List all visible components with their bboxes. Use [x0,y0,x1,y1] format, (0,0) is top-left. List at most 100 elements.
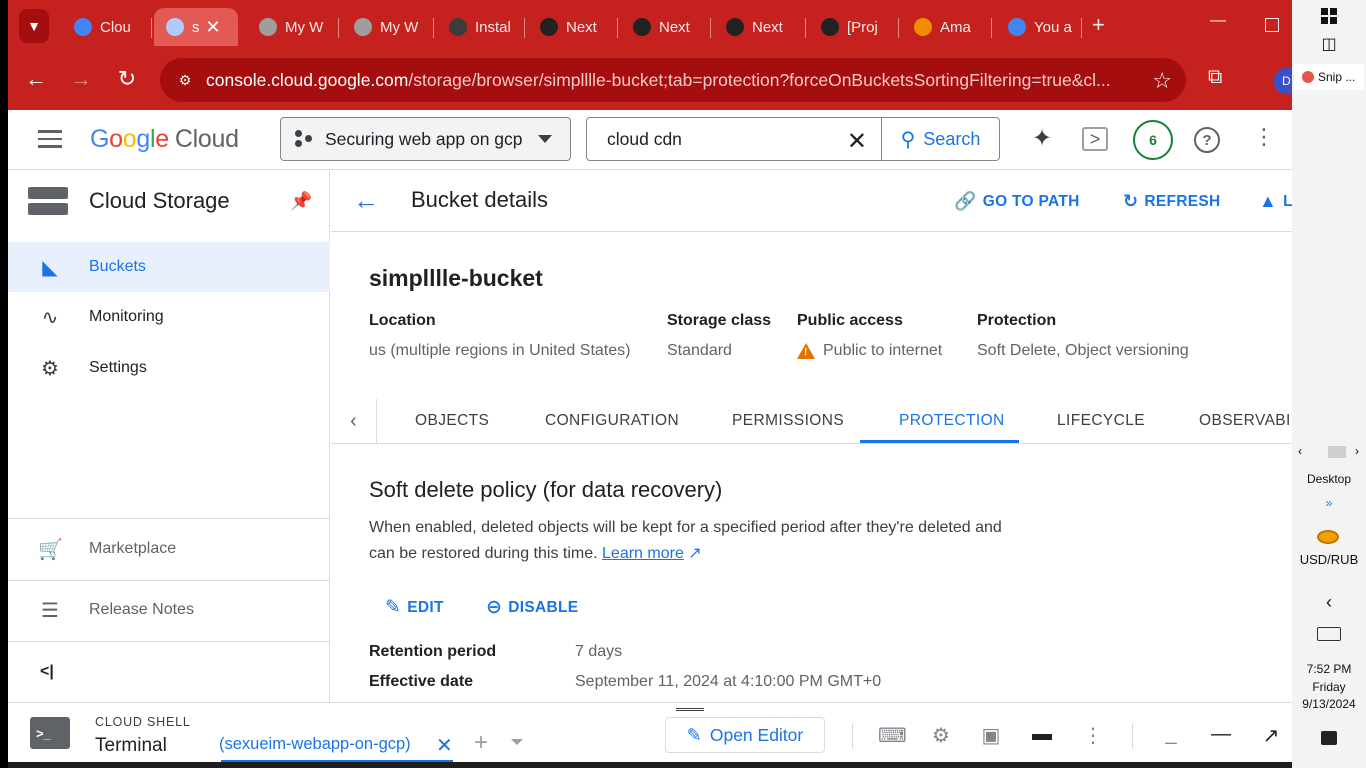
browser-tab[interactable]: s ✕ [154,8,238,46]
windows-start-icon[interactable] [1321,8,1337,24]
url-text: console.cloud.google.com/storage/browser… [206,69,1111,90]
task-view-icon[interactable]: ◫ [1292,34,1366,54]
clock-day[interactable]: Friday [1292,680,1366,694]
show-hidden-icons-chevron[interactable]: ‹ [1292,592,1366,613]
tab-favicon-icon [914,18,932,36]
toolbar-more-icon[interactable]: » [1292,496,1366,510]
edit-button[interactable]: ✎ EDIT [385,596,444,619]
sidebar-item-monitoring[interactable]: ∿ Monitoring [8,292,330,342]
reload-button[interactable]: ↻ [111,66,143,92]
tab-configuration[interactable]: CONFIGURATION [545,399,679,443]
pin-icon[interactable]: 📌 [290,191,312,212]
browser-tab[interactable]: You a [996,8,1082,46]
bookmark-star-icon[interactable]: ☆ [1152,68,1172,94]
page-title: Bucket details [411,187,548,212]
property-storage-class: Storage class Standard [667,312,772,359]
taskbar-app-snip[interactable]: Snip ... [1294,64,1364,90]
tab-protection[interactable]: PROTECTION [899,399,1005,443]
google-cloud-logo[interactable]: Google Cloud [90,125,239,154]
notification-center-icon[interactable] [1321,731,1337,745]
browser-tab[interactable]: Clou [62,8,152,46]
address-bar[interactable]: ⚙ console.cloud.google.com/storage/brows… [160,58,1186,102]
scroll-thumb[interactable] [1328,446,1346,458]
divider [8,518,330,519]
tab-observability[interactable]: OBSERVABILI [1199,399,1292,443]
back-button[interactable]: ← [20,66,52,92]
clear-search-icon[interactable]: ✕ [847,127,867,156]
project-icon [295,130,313,148]
close-tab-icon[interactable]: ✕ [206,17,221,38]
browser-tab[interactable]: Ama [902,8,992,46]
close-session-icon[interactable]: ✕ [436,733,453,758]
sidebar-item-marketplace[interactable]: 🛒 Marketplace [8,524,330,574]
tab-separator [524,18,525,38]
sidebar-item-release-notes[interactable]: ☰ Release Notes [8,585,330,635]
chevron-left-icon[interactable]: ‹ [331,399,377,443]
sidebar-item-settings[interactable]: ⚙ Settings [8,343,330,393]
sidebar-item-buckets[interactable]: ◣ Buckets [8,242,330,292]
currency-label[interactable]: USD/RUB [1292,552,1366,567]
tab-objects[interactable]: OBJECTS [415,399,489,443]
site-info-icon[interactable]: ⚙ [172,67,198,93]
browser-tab[interactable]: My W [342,8,434,46]
search-button[interactable]: ⚲ Search [881,118,999,160]
web-preview-icon[interactable]: ▣ [978,723,1004,748]
resize-handle[interactable] [676,708,704,711]
extensions-icon[interactable]: ⧉ [1208,66,1222,89]
learn-more-link[interactable]: Learn more [602,545,684,562]
browser-tab[interactable]: Next [621,8,711,46]
taskbar-scroll[interactable]: ‹ › [1292,444,1366,460]
tab-permissions[interactable]: PERMISSIONS [732,399,844,443]
currency-widget-icon[interactable] [1317,530,1339,544]
cloud-shell-icon[interactable]: > [1082,127,1108,151]
tab-lifecycle[interactable]: LIFECYCLE [1057,399,1145,443]
search-box: cloud cdn ✕ ⚲ Search [586,117,1000,161]
collapse-sidebar-button[interactable]: <| [40,663,54,681]
open-editor-button[interactable]: ✎ Open Editor [665,717,825,753]
profile-avatar[interactable]: D [1274,68,1292,94]
browser-tab[interactable]: [Proj [809,8,899,46]
sidebar-item-label: Release Notes [89,601,194,618]
clock-time[interactable]: 7:52 PM [1292,662,1366,676]
keyboard-icon[interactable] [1317,627,1341,641]
cloud-shell-heading: CLOUD SHELL [95,715,191,729]
help-icon[interactable]: ? [1194,127,1220,153]
refresh-button[interactable]: ↻ REFRESH [1123,191,1221,212]
tab-favicon-icon [259,18,277,36]
divider [8,641,330,642]
browser-tab[interactable]: Next [528,8,618,46]
minimize-panel-icon[interactable]: _ [1158,723,1184,746]
minimize-window-button[interactable]: — [1210,12,1226,30]
disable-button[interactable]: ⊖ DISABLE [486,596,578,619]
search-input[interactable]: cloud cdn ✕ [587,118,881,160]
tab-label: You a [1034,18,1072,36]
gear-icon[interactable]: ⚙ [928,723,954,748]
open-new-window-icon[interactable]: ↗ [1258,723,1284,748]
back-arrow-icon[interactable]: ← [353,185,379,216]
more-vert-icon[interactable]: ⋮ [1080,723,1106,748]
add-session-button[interactable]: + [474,729,488,757]
browser-toolbar: ← → ↻ ⚙ console.cloud.google.com/storage… [8,54,1292,110]
gemini-icon[interactable]: ✦ [1027,124,1057,153]
restore-panel-icon[interactable]: — [1208,723,1234,746]
new-tab-button[interactable]: + [1092,12,1105,38]
browser-tab[interactable]: Instal [437,8,525,46]
desktop-toolbar-label[interactable]: Desktop [1292,472,1366,486]
terminal-session-tab[interactable]: (sexueim-webapp-on-gcp) [219,735,411,754]
main-menu-icon[interactable] [38,130,62,148]
tab-search-button[interactable]: ▼ [19,9,49,43]
maximize-window-button[interactable] [1265,18,1279,32]
browser-tab[interactable]: My W [247,8,339,46]
go-to-path-button[interactable]: 🔗 GO TO PATH [954,191,1080,212]
clock-date[interactable]: 9/13/2024 [1292,697,1366,711]
learn-button[interactable]: ▲LE [1259,191,1292,212]
more-vert-icon[interactable]: ⋮ [1249,124,1279,150]
keyboard-icon[interactable]: ⌨ [878,723,907,748]
session-dropdown-icon[interactable] [511,739,523,745]
browser-tab[interactable]: Next [714,8,806,46]
dock-panel-icon[interactable]: ▬ [1029,723,1055,746]
tab-label: Next [659,18,690,36]
project-picker[interactable]: Securing web app on gcp [280,117,571,161]
notifications-badge[interactable]: 6 [1133,120,1173,160]
forward-button[interactable]: → [65,66,97,92]
